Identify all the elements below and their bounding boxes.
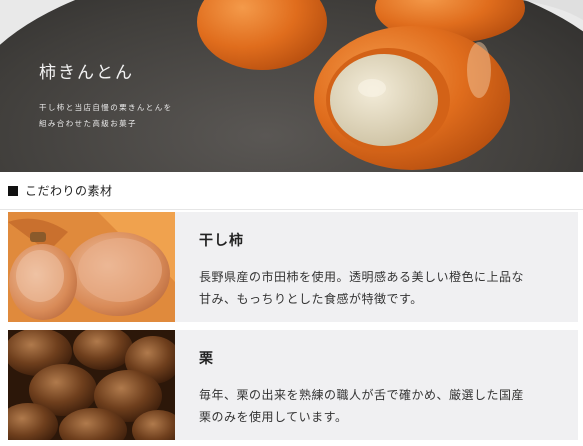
section-title: こだわりの素材 — [25, 184, 113, 198]
hero-desc-line2: 組み合わせた高級お菓子 — [39, 119, 137, 128]
hero-description: 干し柿と当店自慢の栗きんとんを 組み合わせた高級お菓子 — [39, 100, 173, 132]
ingredient-desc-line2: 甘み、もっちりとした食感が特徴です。 — [199, 292, 423, 306]
hero-title: 柿きんとん — [39, 63, 134, 83]
black-square-icon — [8, 185, 18, 196]
ingredient-desc-line2: 栗のみを使用しています。 — [199, 410, 348, 424]
hero-desc-line1: 干し柿と当店自慢の栗きんとんを — [39, 103, 173, 112]
ingredient-description: 長野県産の市田柿を使用。透明感ある美しい橙色に上品な 甘み、もっちりとした食感が… — [199, 266, 554, 310]
ingredient-card-persimmon: 干し柿 長野県産の市田柿を使用。透明感ある美しい橙色に上品な 甘み、もっちりとし… — [175, 212, 578, 322]
dried-persimmon-photo — [8, 212, 175, 322]
hero-banner: 柿きんとん 干し柿と当店自慢の栗きんとんを 組み合わせた高級お菓子 — [0, 0, 583, 172]
chestnuts-photo — [8, 330, 175, 440]
section-header: こだわりの素材 — [0, 172, 583, 210]
ingredient-card-chestnut: 栗 毎年、栗の出来を熟練の職人が舌で確かめ、厳選した国産 栗のみを使用しています… — [175, 330, 578, 440]
ingredient-desc-line1: 毎年、栗の出来を熟練の職人が舌で確かめ、厳選した国産 — [199, 388, 525, 402]
ingredient-desc-line1: 長野県産の市田柿を使用。透明感ある美しい橙色に上品な — [199, 270, 525, 284]
ingredient-heading: 栗 — [199, 351, 214, 367]
ingredient-row-persimmon: 干し柿 長野県産の市田柿を使用。透明感ある美しい橙色に上品な 甘み、もっちりとし… — [8, 212, 578, 322]
ingredient-heading: 干し柿 — [199, 233, 244, 249]
ingredient-row-chestnut: 栗 毎年、栗の出来を熟練の職人が舌で確かめ、厳選した国産 栗のみを使用しています… — [8, 330, 578, 440]
ingredient-description: 毎年、栗の出来を熟練の職人が舌で確かめ、厳選した国産 栗のみを使用しています。 — [199, 384, 554, 428]
hero-text-block: 柿きんとん 干し柿と当店自慢の栗きんとんを 組み合わせた高級お菓子 — [39, 58, 173, 132]
